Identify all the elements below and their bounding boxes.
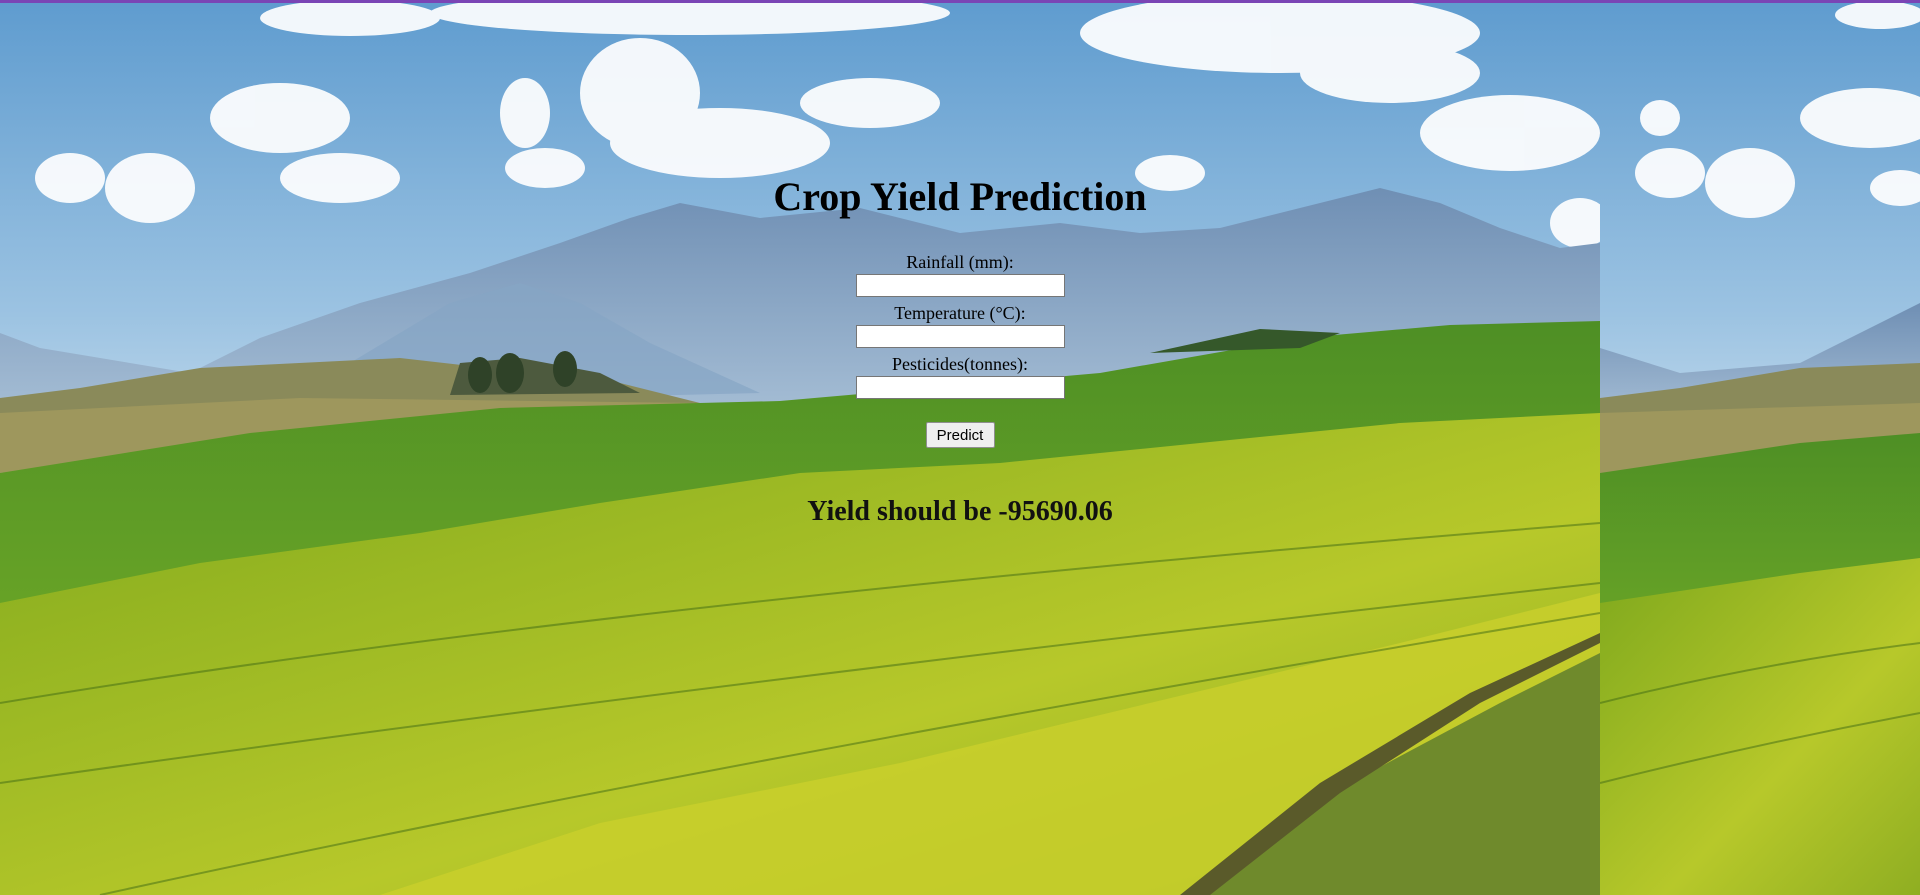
rainfall-input[interactable] — [855, 274, 1065, 297]
prediction-form: Rainfall (mm): Temperature (°C): Pestici… — [0, 252, 1920, 448]
browser-top-border — [0, 0, 1920, 3]
rainfall-label: Rainfall (mm): — [906, 252, 1014, 272]
page-title: Crop Yield Prediction — [773, 174, 1147, 219]
main-content: Crop Yield Prediction Rainfall (mm): Tem… — [0, 0, 1920, 895]
temperature-input[interactable] — [855, 325, 1065, 348]
temperature-label: Temperature (°C): — [894, 303, 1026, 323]
page: Crop Yield Prediction Rainfall (mm): Tem… — [0, 0, 1920, 895]
prediction-result: Yield should be -95690.06 — [807, 496, 1113, 527]
pesticides-label: Pesticides(tonnes): — [892, 354, 1028, 374]
predict-button[interactable]: Predict — [925, 422, 995, 448]
pesticides-input[interactable] — [855, 376, 1065, 399]
